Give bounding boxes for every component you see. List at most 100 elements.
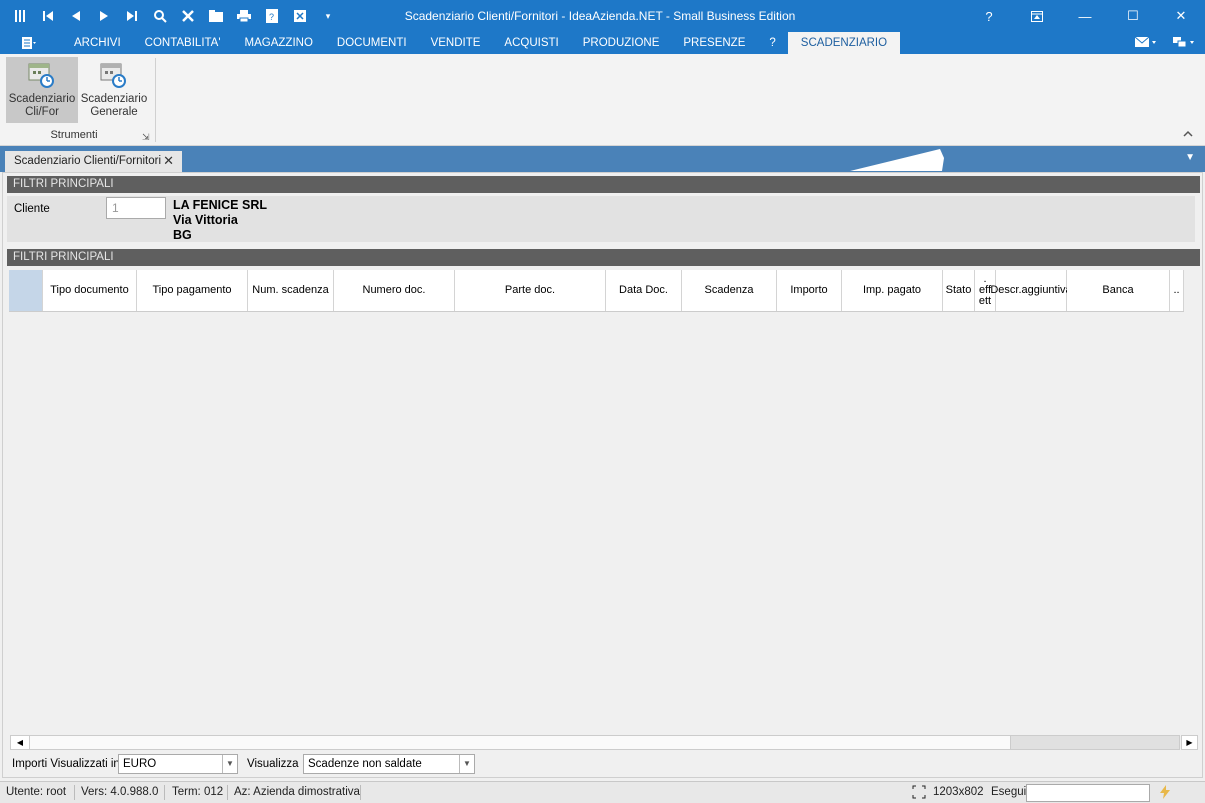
column-header[interactable]: Stato (943, 270, 975, 311)
scroll-track[interactable] (1010, 735, 1180, 750)
ribbon-btn2-line2: Generale (90, 106, 138, 118)
esegui-input[interactable] (1026, 784, 1150, 802)
scroll-right-icon[interactable]: ▶ (1181, 735, 1198, 750)
status-resolution: 1203x802 (933, 786, 984, 798)
status-separator (227, 785, 228, 800)
horizontal-scrollbar[interactable]: ◀ ▶ (10, 735, 1199, 750)
filters-header: FILTRI PRINCIPALI (7, 176, 1200, 193)
fullscreen-icon[interactable] (912, 785, 926, 802)
menu-scadenziario[interactable]: SCADENZIARIO (787, 32, 901, 54)
cliente-city: BG (173, 228, 192, 242)
minimize-button[interactable]: — (1061, 0, 1109, 32)
ribbon-btn2-line1: Scadenziario (80, 93, 148, 105)
grid-header-bar: FILTRI PRINCIPALI (7, 249, 1200, 266)
menu-bar: ARCHIVI CONTABILITA' MAGAZZINO DOCUMENTI… (0, 32, 1205, 54)
tab-label: Scadenziario Clienti/Fornitori (14, 155, 162, 167)
status-terminal: Term: 012 (172, 786, 224, 798)
file-menu-icon (22, 37, 36, 49)
ribbon-btn1-line2: Cli/For (25, 106, 59, 118)
menu-archivi[interactable]: ARCHIVI (62, 32, 133, 54)
scadenze-grid[interactable]: Tipo documento Tipo pagamento Num. scade… (9, 269, 1198, 738)
column-header[interactable]: Numero doc. (334, 270, 455, 311)
menu-contabilita[interactable]: CONTABILITA' (133, 32, 233, 54)
column-header[interactable]: Parte doc. (455, 270, 606, 311)
column-header[interactable]: .. (1170, 270, 1184, 311)
main-panel: FILTRI PRINCIPALI Cliente 1 LA FENICE SR… (2, 172, 1203, 778)
importi-currency-select[interactable]: EURO ▼ (118, 754, 238, 774)
scroll-thumb[interactable] (30, 735, 1010, 750)
menu-acquisti[interactable]: ACQUISTI (492, 32, 570, 54)
menu-produzione[interactable]: PRODUZIONE (571, 32, 672, 54)
column-header[interactable]: Scadenza (682, 270, 777, 311)
column-header[interactable]: Descr.aggiuntiva (990, 270, 1072, 311)
group-launcher-icon[interactable]: ⇲ (142, 132, 150, 143)
menu-items: ARCHIVI CONTABILITA' MAGAZZINO DOCUMENTI… (62, 32, 901, 54)
quick-access-toolbar: ? ▾ (6, 0, 342, 32)
excel-export-icon[interactable] (286, 0, 314, 32)
ribbon-group-separator (155, 58, 156, 142)
search-icon[interactable] (146, 0, 174, 32)
dropdown-arrow-icon[interactable]: ▼ (222, 755, 237, 773)
status-azienda: Az: Azienda dimostrativa (234, 786, 360, 798)
status-separator (360, 785, 361, 800)
grid-corner[interactable] (9, 270, 43, 311)
column-header[interactable]: Imp. pagato (842, 270, 943, 311)
help-document-icon[interactable]: ? (258, 0, 286, 32)
menu-help[interactable]: ? (757, 32, 787, 54)
importi-value: EURO (123, 758, 157, 770)
grid-column-headers: Tipo documento Tipo pagamento Num. scade… (9, 270, 1184, 312)
calendar-clock-icon (6, 57, 78, 93)
lightning-icon[interactable] (1160, 785, 1170, 802)
cliente-input[interactable]: 1 (106, 197, 166, 219)
visualizza-label: Visualizza (247, 758, 299, 770)
esegui-label: Esegui (991, 786, 1027, 798)
menu-vendite[interactable]: VENDITE (419, 32, 493, 54)
title-bar: ? ▾ Scadenziario Clienti/Fornitori - Ide… (0, 0, 1205, 32)
close-button[interactable]: ✕ (1157, 0, 1205, 32)
first-record-icon[interactable] (34, 0, 62, 32)
status-bar: Utente: root Vers: 4.0.988.0 Term: 012 A… (0, 781, 1205, 803)
delete-icon[interactable] (174, 0, 202, 32)
ribbon-group-label: Strumenti (50, 129, 98, 141)
column-header[interactable]: Num. scadenza (248, 270, 334, 311)
menu-documenti[interactable]: DOCUMENTI (325, 32, 419, 54)
column-header[interactable]: Tipo pagamento (137, 270, 248, 311)
window-controls: ? — ☐ ✕ (965, 0, 1205, 32)
ribbon-display-icon[interactable] (1013, 0, 1061, 32)
tab-scadenziario-cli-for[interactable]: Scadenziario Clienti/Fornitori ✕ (5, 151, 182, 172)
customize-toolbar-icon[interactable]: ▾ (314, 0, 342, 32)
column-header[interactable]: Tipo documento (43, 270, 137, 311)
tab-decoration (850, 149, 944, 171)
column-header[interactable]: Importo (777, 270, 842, 311)
cliente-info: LA FENICE SRL Via Vittoria BG (173, 198, 267, 243)
close-tab-icon[interactable]: ✕ (163, 151, 174, 171)
cliente-address: Via Vittoria (173, 213, 238, 227)
open-folder-icon[interactable] (202, 0, 230, 32)
menu-right-tools (1134, 32, 1195, 54)
column-header[interactable]: Data Doc. (606, 270, 682, 311)
windows-icon[interactable] (1173, 36, 1195, 50)
app-logo-icon[interactable] (6, 0, 34, 32)
tab-list-dropdown-icon[interactable]: ▼ (1185, 152, 1195, 163)
help-button[interactable]: ? (965, 0, 1013, 32)
collapse-ribbon-icon[interactable] (1183, 126, 1193, 140)
visualizza-select[interactable]: Scadenze non saldate ▼ (303, 754, 475, 774)
last-record-icon[interactable] (118, 0, 146, 32)
next-record-icon[interactable] (90, 0, 118, 32)
previous-record-icon[interactable] (62, 0, 90, 32)
print-icon[interactable] (230, 0, 258, 32)
importi-label: Importi Visualizzati in (12, 758, 120, 770)
scroll-left-icon[interactable]: ◀ (10, 735, 30, 750)
column-header[interactable]: Banca (1067, 270, 1170, 311)
dropdown-arrow-icon[interactable]: ▼ (459, 755, 474, 773)
menu-presenze[interactable]: PRESENZE (671, 32, 757, 54)
calendar-clock-icon (78, 57, 150, 93)
menu-magazzino[interactable]: MAGAZZINO (233, 32, 325, 54)
ribbon: Scadenziario Cli/For Scadenziario Genera… (0, 54, 1205, 146)
mail-icon[interactable] (1134, 36, 1157, 50)
scadenziario-cli-for-button[interactable]: Scadenziario Cli/For (6, 57, 78, 123)
restore-button[interactable]: ☐ (1109, 0, 1157, 32)
file-menu-button[interactable] (14, 32, 44, 54)
status-utente: Utente: root (6, 786, 67, 798)
scadenziario-generale-button[interactable]: Scadenziario Generale (78, 57, 150, 123)
